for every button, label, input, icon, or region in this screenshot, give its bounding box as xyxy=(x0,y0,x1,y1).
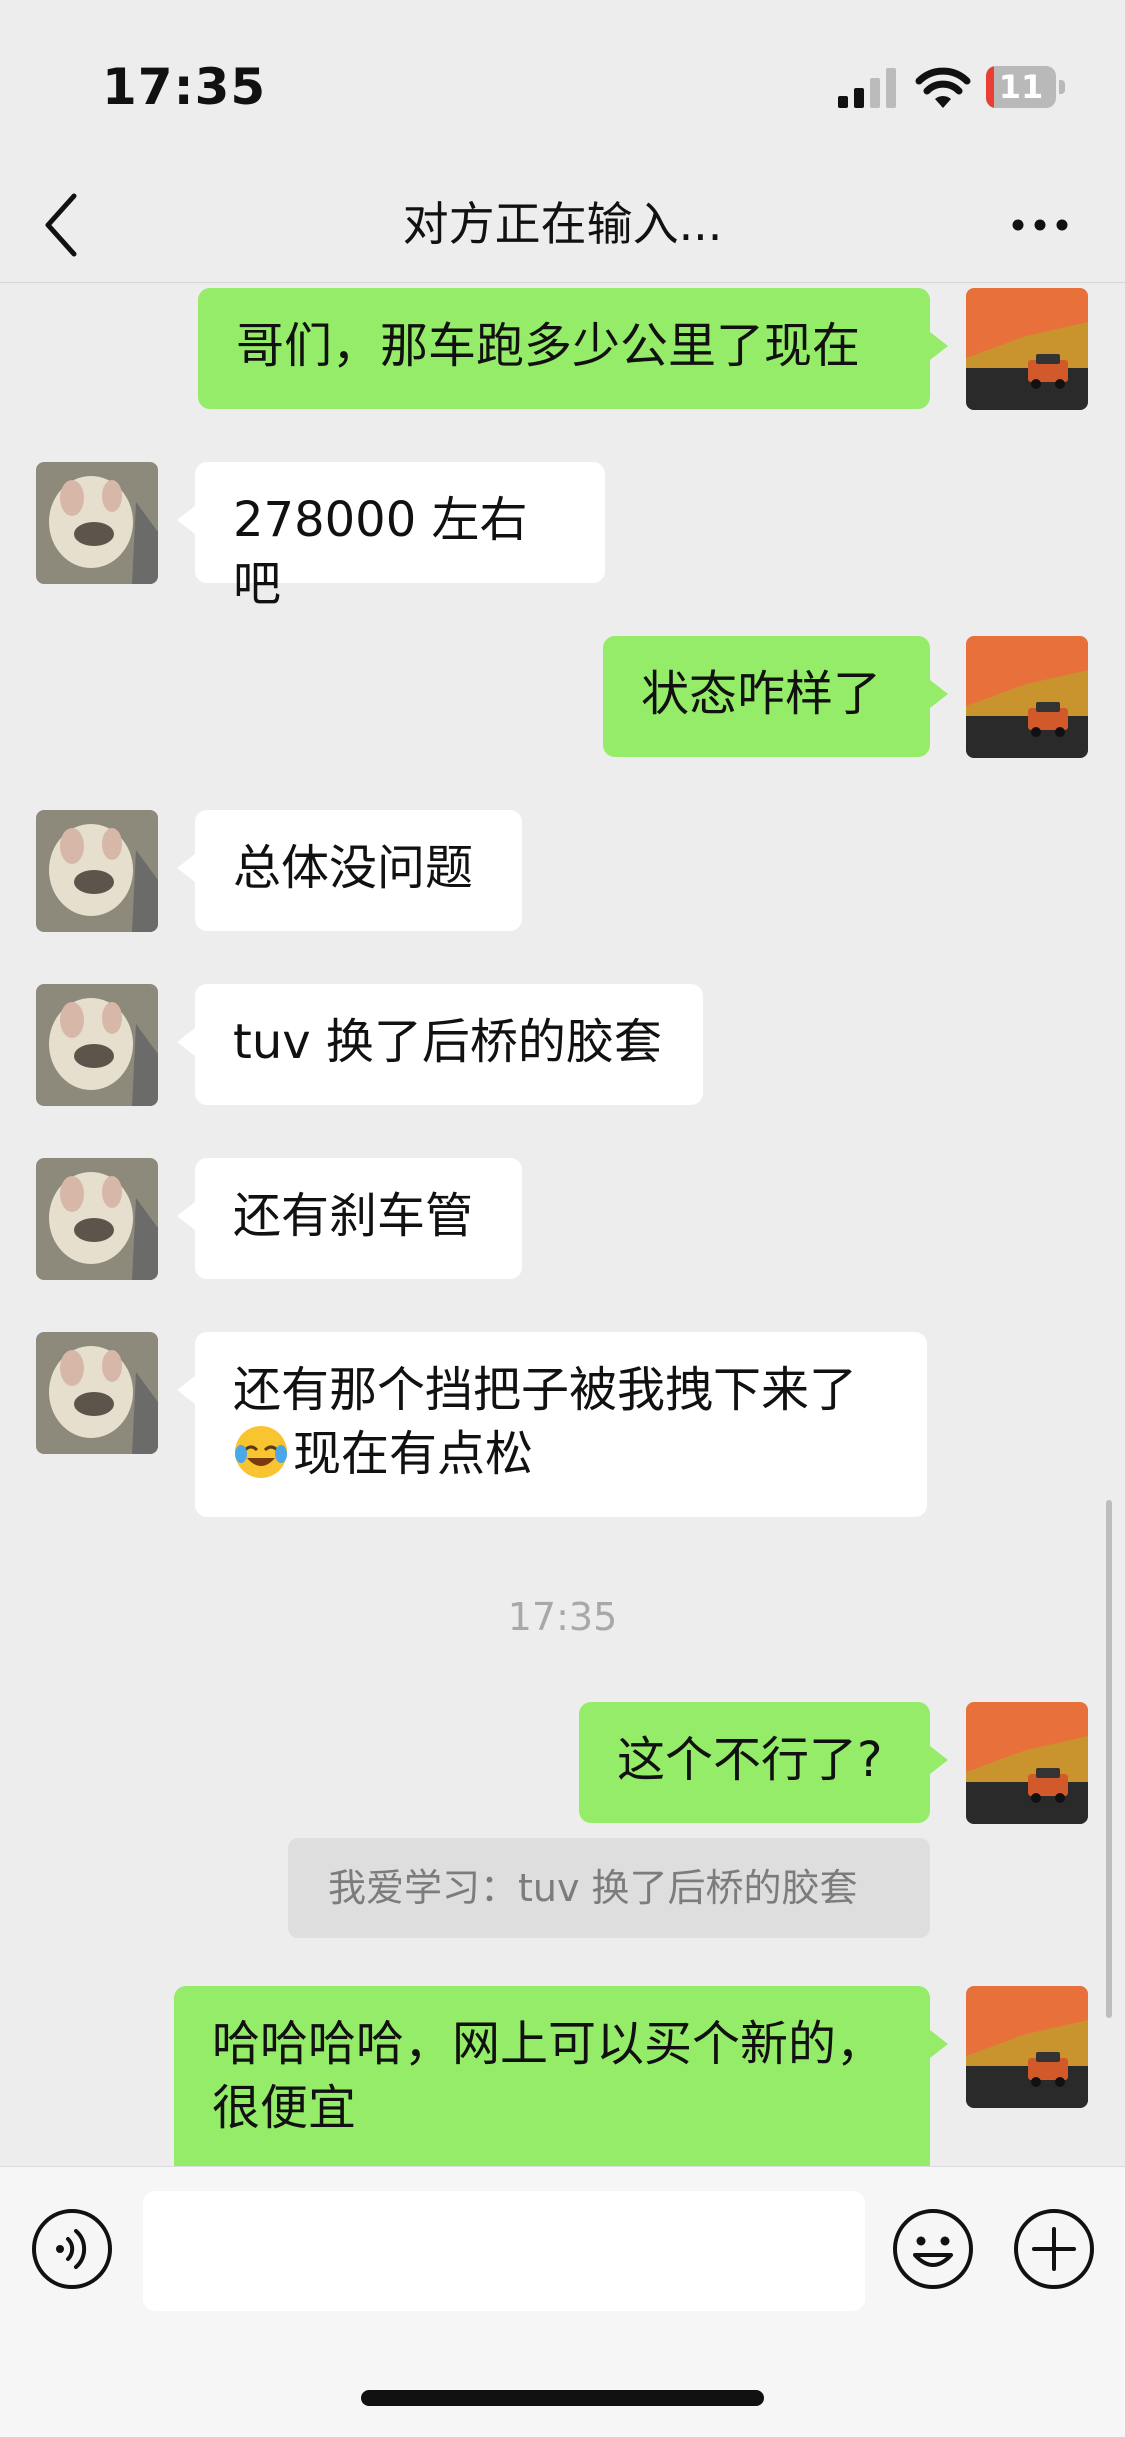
home-indicator[interactable] xyxy=(361,2390,764,2406)
message-bubble-self[interactable]: 这个不行了? xyxy=(579,1702,948,1823)
message-bubble-friend[interactable]: 还有刹车管 xyxy=(177,1158,522,1279)
cellular-signal-icon xyxy=(838,68,896,108)
message-bubble-self[interactable]: 哈哈哈哈，网上可以买个新的， 很便宜 xyxy=(174,1986,948,2166)
message-bubble-friend[interactable]: 278000 左右吧 xyxy=(177,462,605,612)
message-text-line: 现在有点松 xyxy=(293,1426,534,1482)
cat-avatar-image xyxy=(36,984,158,1106)
wifi-icon xyxy=(915,67,971,108)
message-text: 278000 左右吧 xyxy=(233,492,528,612)
car-avatar-image xyxy=(966,1986,1088,2108)
avatar-friend[interactable] xyxy=(36,810,158,932)
chat-title: 对方正在输入... xyxy=(402,197,723,251)
message-bubble-friend[interactable]: tuv 换了后桥的胶套 xyxy=(177,984,703,1105)
car-avatar-image xyxy=(966,636,1088,758)
message-timestamp: 17:35 xyxy=(507,1595,618,1639)
plus-icon[interactable] xyxy=(1012,2207,1096,2291)
message-input[interactable] xyxy=(143,2191,865,2311)
nav-bar: 对方正在输入... xyxy=(0,170,1125,283)
car-avatar-image xyxy=(966,1702,1088,1824)
message-text-line: 还有那个挡把子被我拽下来了 xyxy=(233,1362,858,1418)
avatar-friend[interactable] xyxy=(36,984,158,1106)
emoji-icon[interactable] xyxy=(891,2207,975,2291)
message-bubble-self[interactable]: 哥们，那车跑多少公里了现在 xyxy=(198,288,948,409)
avatar-friend[interactable] xyxy=(36,1158,158,1280)
quoted-message[interactable]: 我爱学习：tuv 换了后桥的胶套 xyxy=(288,1838,930,1938)
battery-level: 11 xyxy=(998,68,1044,106)
avatar-self[interactable] xyxy=(966,1702,1088,1824)
message-text-line: 很便宜 xyxy=(212,2080,357,2136)
voice-icon[interactable] xyxy=(30,2207,114,2291)
message-bubble-friend[interactable]: 还有那个挡把子被我拽下来了 现在有点松 xyxy=(177,1332,927,1517)
laughing-tears-emoji-icon xyxy=(235,1426,287,1478)
chat-message-list[interactable]: 哥们，那车跑多少公里了现在 278000 左右吧 状态咋样了 总体没问题 tuv… xyxy=(0,283,1125,2166)
message-text: 状态咋样了 xyxy=(641,666,882,722)
avatar-friend[interactable] xyxy=(36,1332,158,1454)
cat-avatar-image xyxy=(36,1332,158,1454)
car-avatar-image xyxy=(966,288,1088,410)
message-bubble-self[interactable]: 状态咋样了 xyxy=(603,636,948,757)
status-time: 17:35 xyxy=(102,58,267,116)
message-bubble-friend[interactable]: 总体没问题 xyxy=(177,810,522,931)
chat-scrollbar[interactable] xyxy=(1106,1500,1112,2018)
message-text: 哥们，那车跑多少公里了现在 xyxy=(236,318,861,374)
message-text-line: 哈哈哈哈，网上可以买个新的， xyxy=(212,2016,885,2072)
message-text: 还有刹车管 xyxy=(233,1188,474,1244)
avatar-friend[interactable] xyxy=(36,462,158,584)
status-bar: 17:35 11 xyxy=(0,0,1125,170)
avatar-self[interactable] xyxy=(966,636,1088,758)
cat-avatar-image xyxy=(36,810,158,932)
battery-indicator: 11 xyxy=(986,66,1066,108)
more-dots-icon[interactable] xyxy=(1010,200,1070,250)
avatar-self[interactable] xyxy=(966,1986,1088,2108)
message-text: tuv 换了后桥的胶套 xyxy=(233,1014,662,1070)
message-text: 总体没问题 xyxy=(233,840,474,896)
message-text: 这个不行了? xyxy=(617,1732,883,1788)
avatar-self[interactable] xyxy=(966,288,1088,410)
cat-avatar-image xyxy=(36,462,158,584)
cat-avatar-image xyxy=(36,1158,158,1280)
